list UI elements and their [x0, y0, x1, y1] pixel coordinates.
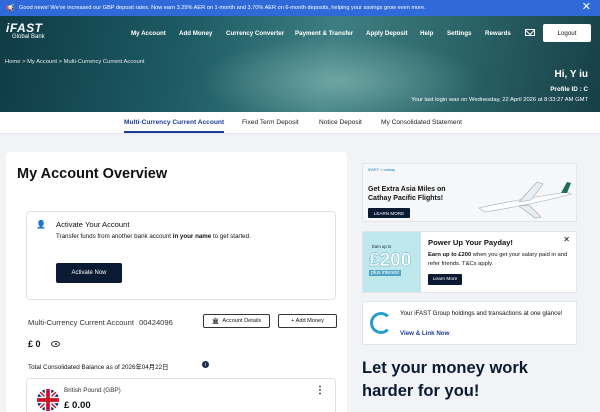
speaker-icon: 📢	[6, 5, 15, 12]
info-icon[interactable]: i	[202, 361, 209, 368]
group-link-text: Your iFAST Group holdings and transactio…	[400, 310, 563, 317]
currency-amount: £ 0.00	[64, 400, 91, 411]
announcement-text: Good news! We've increased our GBP depos…	[19, 5, 426, 11]
nav-help[interactable]: Help	[420, 30, 433, 37]
tab-notice-deposit[interactable]: Notice Deposit	[319, 119, 362, 126]
activate-title: Activate Your Account	[56, 220, 130, 229]
currency-name: British Pound (GBP)	[64, 387, 121, 394]
promo-heading: Let your money work harder for you!	[362, 357, 528, 403]
payday-title: Power Up Your Payday!	[428, 238, 513, 247]
close-icon[interactable]: ✕	[563, 235, 570, 244]
activate-account-card: 👤 Activate Your Account Transfer funds f…	[26, 211, 336, 300]
profile-id: Profile ID : C	[550, 86, 588, 93]
nav-my-account[interactable]: My Account	[131, 30, 166, 37]
account-title: Multi-Currency Current Account 00424096	[28, 318, 173, 327]
uk-flag-icon	[37, 389, 59, 411]
tab-multi-currency[interactable]: Multi-Currency Current Account	[124, 119, 225, 133]
more-options-icon[interactable]: ⋮	[315, 385, 325, 396]
page-title: My Account Overview	[17, 166, 168, 182]
payday-amount: £200	[369, 250, 412, 271]
view-link-now-link[interactable]: View & Link Now	[400, 330, 449, 337]
payday-learn-more-button[interactable]: Learn More	[428, 274, 462, 285]
logo[interactable]: iFAST Global Bank	[6, 21, 45, 40]
total-balance-label: Total Consolidated Balance as of 2026年04…	[28, 364, 169, 371]
payday-text: Earn up to £200 when you get your salary…	[428, 252, 568, 267]
announcement-bar: 📢 Good news! We've increased our GBP dep…	[0, 0, 600, 16]
bank-icon: 🏛	[211, 318, 220, 325]
breadcrumb[interactable]: Home > My Account > Multi-Currency Curre…	[5, 59, 145, 65]
eye-icon[interactable]	[51, 341, 60, 347]
payday-earn-up-to: Earn up to	[372, 244, 392, 249]
cathay-ad-text: Get Extra Asia Miles on Cathay Pacific F…	[368, 186, 446, 202]
currency-card-gbp[interactable]: British Pound (GBP) £ 0.00 ⋮	[26, 378, 336, 412]
cathay-logo: iFAST × cathay	[368, 167, 396, 172]
account-number: 00424096	[139, 318, 173, 327]
account-name: Multi-Currency Current Account	[28, 318, 134, 327]
header-hero: iFAST Global Bank My Account Add Money C…	[0, 16, 600, 112]
tab-consolidated-statement[interactable]: My Consolidated Statement	[381, 119, 462, 126]
cathay-ad-banner[interactable]: iFAST × cathay Get Extra Asia Miles on C…	[362, 163, 577, 222]
nav-apply-deposit[interactable]: Apply Deposit	[366, 30, 408, 37]
close-icon[interactable]: ✕	[582, 1, 591, 14]
promo-line-2: harder for you!	[362, 382, 480, 400]
promo-line-1: Let your money work	[362, 359, 528, 377]
nav-settings[interactable]: Settings	[447, 30, 471, 37]
logo-sub: Global Bank	[12, 34, 45, 40]
payday-ad-banner[interactable]: Earn up to £200 plus interest Power Up Y…	[362, 231, 577, 293]
payday-plus-interest: plus interest	[369, 270, 401, 276]
nav-currency-converter[interactable]: Currency Converter	[226, 30, 284, 37]
nav-payment-transfer[interactable]: Payment & Transfer	[295, 30, 353, 37]
logout-button[interactable]: Logout	[543, 24, 591, 42]
airplane-icon	[478, 181, 572, 219]
activate-now-button[interactable]: Activate Now	[56, 263, 122, 283]
account-overview-card: My Account Overview 👤 Activate Your Acco…	[6, 152, 347, 412]
ifast-g-icon	[370, 312, 392, 334]
greeting: Hi, Y iu	[554, 69, 588, 80]
account-tabs: Multi-Currency Current Account Fixed Ter…	[0, 112, 600, 134]
mail-icon[interactable]	[525, 29, 535, 36]
user-icon: 👤	[36, 220, 46, 229]
cathay-learn-more-button[interactable]: LEARN MORE	[368, 208, 410, 218]
tab-fixed-term-deposit[interactable]: Fixed Term Deposit	[242, 119, 299, 126]
logo-main: iFAST	[6, 21, 43, 35]
account-details-button[interactable]: 🏛 Account Details	[203, 314, 270, 328]
nav-add-money[interactable]: Add Money	[179, 30, 212, 37]
add-money-button[interactable]: + Add Money	[278, 314, 337, 328]
group-link-card[interactable]: Your iFAST Group holdings and transactio…	[362, 301, 577, 345]
nav-rewards[interactable]: Rewards	[485, 30, 511, 37]
activate-text: Transfer funds from another bank account…	[56, 233, 251, 240]
balance: £ 0	[28, 339, 41, 349]
last-login: Your last login was on Wednesday, 22 Apr…	[411, 97, 588, 103]
